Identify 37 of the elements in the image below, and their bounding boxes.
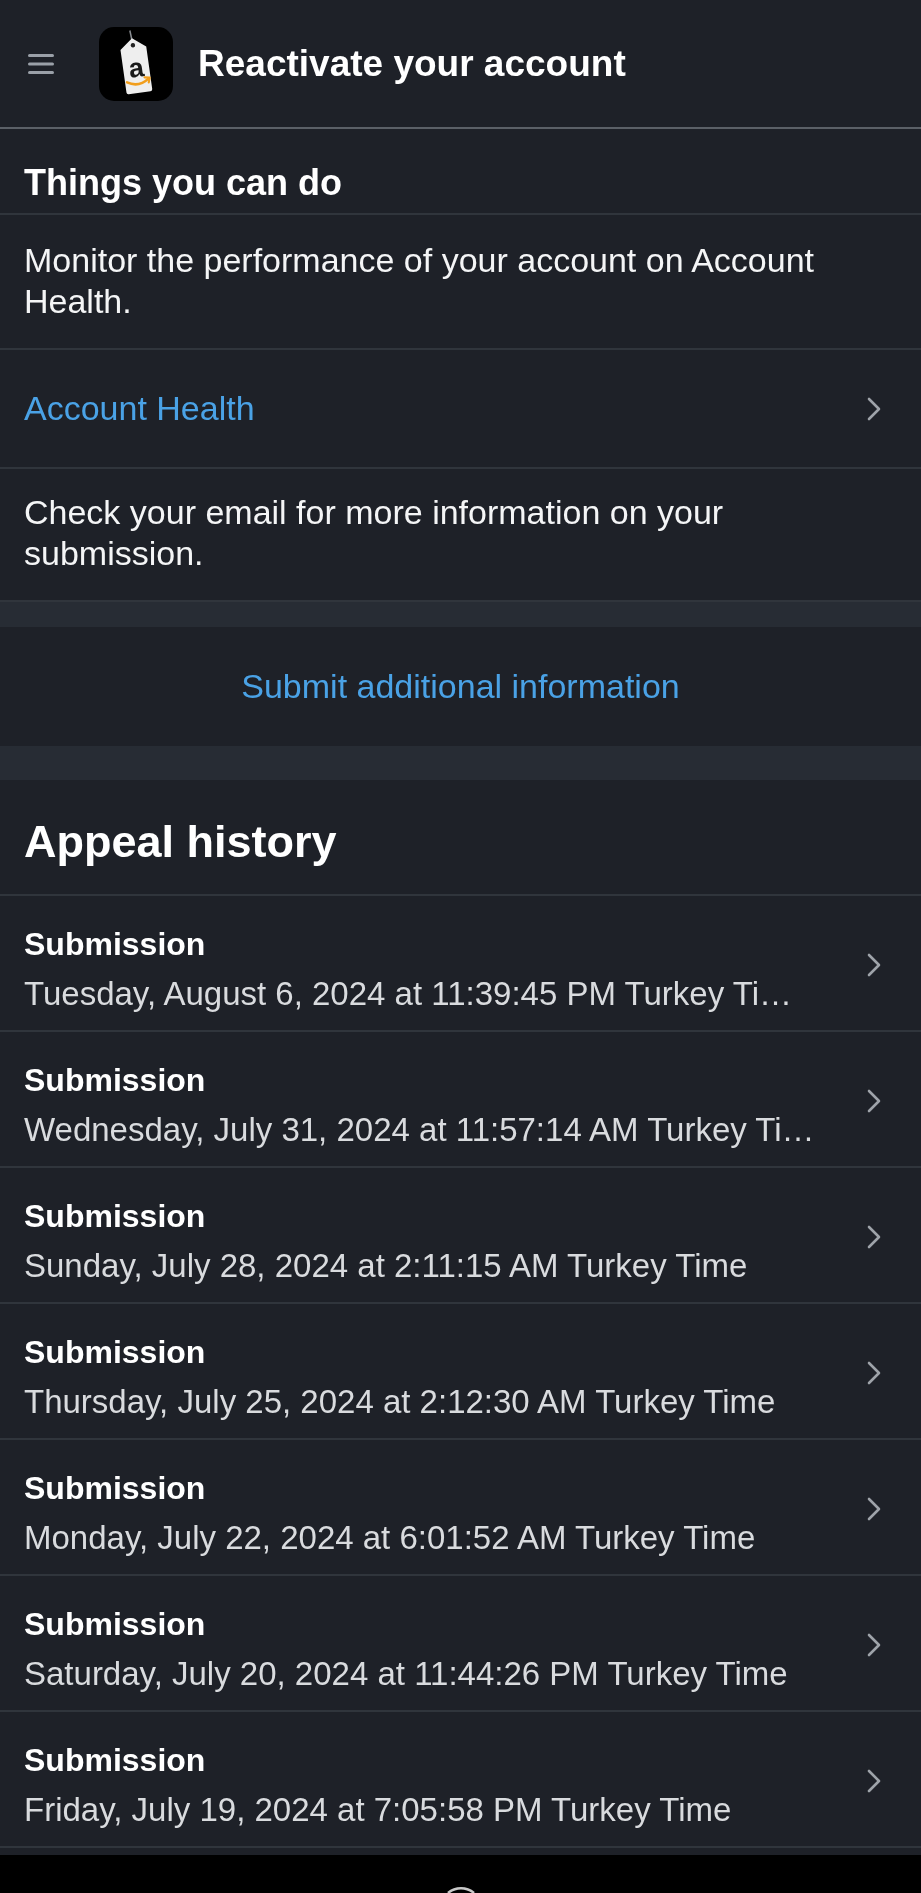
- menu-icon[interactable]: [28, 53, 54, 74]
- submission-title: Submission: [24, 1469, 207, 1508]
- chevron-right-icon: [867, 953, 881, 977]
- submission-row[interactable]: Submission Sunday, July 28, 2024 at 2:11:15 AM Turkey Time: [0, 1168, 921, 1304]
- submission-date: Wednesday, July 31, 2024 at 11:57:14 AM Turkey Ti…: [24, 1110, 815, 1150]
- app-logo: a: [99, 26, 173, 101]
- chevron-right-icon: [867, 396, 881, 421]
- submission-row[interactable]: Submission Tuesday, August 6, 2024 at 11:39:45 PM Turkey Ti…: [0, 896, 921, 1032]
- submission-date: Saturday, July 20, 2024 at 11:44:26 PM Turkey Time: [24, 1654, 788, 1694]
- submission-date: Monday, July 22, 2024 at 6:01:52 AM Turkey Time: [24, 1518, 756, 1558]
- submission-row[interactable]: Submission Wednesday, July 31, 2024 at 11:57:14 AM Turkey Ti…: [0, 1032, 921, 1168]
- chevron-right-icon: [867, 1225, 881, 1249]
- submission-title: Submission: [24, 1197, 207, 1236]
- chevron-right-icon: [867, 1497, 881, 1521]
- submission-date: Thursday, July 25, 2024 at 2:12:30 AM Turkey Time: [24, 1382, 776, 1422]
- chevron-right-icon: [867, 1361, 881, 1385]
- submission-row[interactable]: Submission Saturday, July 20, 2024 at 11:44:26 PM Turkey Time: [0, 1576, 921, 1712]
- section-heading: Appeal history: [0, 780, 921, 896]
- info-text: Monitor the performance of your account on Account Health.: [0, 215, 921, 350]
- section-heading: Things you can do: [0, 129, 921, 215]
- submit-info-link[interactable]: Submit additional information: [241, 661, 680, 712]
- submission-row[interactable]: Submission Friday, July 19, 2024 at 7:05:58 PM Turkey Time: [0, 1712, 921, 1848]
- chevron-right-icon: [867, 1089, 881, 1113]
- account-health-link[interactable]: Account Health: [0, 350, 921, 469]
- submission-row[interactable]: Submission Thursday, July 25, 2024 at 2:12:30 AM Turkey Time: [0, 1304, 921, 1440]
- submission-row[interactable]: Submission Monday, July 22, 2024 at 6:01:52 AM Turkey Time: [0, 1440, 921, 1576]
- chevron-right-icon: [867, 1633, 881, 1657]
- submission-title: Submission: [24, 925, 207, 964]
- submission-title: Submission: [24, 1061, 207, 1100]
- submission-date: Tuesday, August 6, 2024 at 11:39:45 PM Turkey Ti…: [24, 974, 792, 1014]
- submission-title: Submission: [24, 1605, 207, 1644]
- submission-date: Friday, July 19, 2024 at 7:05:58 PM Turkey Time: [24, 1790, 732, 1830]
- submission-title: Submission: [24, 1333, 207, 1372]
- submission-title: Submission: [24, 1741, 207, 1780]
- page-title: Reactivate your account: [198, 41, 626, 86]
- submission-date: Sunday, July 28, 2024 at 2:11:15 AM Turkey Time: [24, 1246, 748, 1286]
- chevron-right-icon: [867, 1769, 881, 1793]
